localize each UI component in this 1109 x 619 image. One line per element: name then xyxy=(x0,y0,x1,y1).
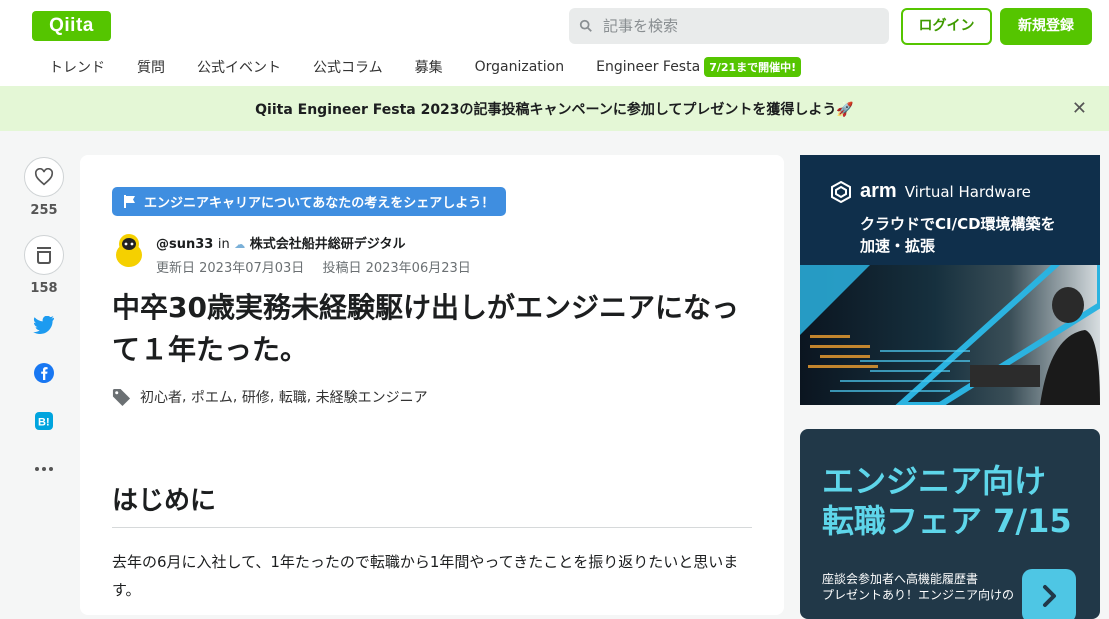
close-icon[interactable]: ✕ xyxy=(1072,98,1087,119)
nav-item-organization[interactable]: Organization xyxy=(475,59,565,75)
author-block: @sun33 in ☁ 株式会社船井総研デジタル 更新日 2023年07月03日… xyxy=(112,231,485,281)
nav-item-questions[interactable]: 質問 xyxy=(137,57,165,77)
ad-job-fair-desc-line: プレゼントあり！エンジニア向けの xyxy=(822,588,1015,602)
tag-list: 初心者, ポエム, 研修, 転職, 未経験エンジニア xyxy=(112,387,428,407)
twitter-share[interactable] xyxy=(24,313,64,337)
posted-date: 投稿日 2023年06月23日 xyxy=(322,261,471,276)
stock-icon xyxy=(37,247,51,264)
facebook-icon xyxy=(34,363,54,383)
stock-button[interactable] xyxy=(24,235,64,275)
ad-brand-name: arm xyxy=(860,180,897,202)
more-icon xyxy=(35,467,53,471)
org-logo-icon: ☁ xyxy=(234,238,246,251)
article-title: 中卒30歳実務未経験駆け出しがエンジニアになって１年たった。 xyxy=(112,291,739,366)
ad-brand-sub: Virtual Hardware xyxy=(904,182,1031,201)
ad-headline-line: 加速・拡張 xyxy=(860,237,936,255)
flag-icon xyxy=(124,195,135,208)
nav-item-recruit[interactable]: 募集 xyxy=(415,57,443,77)
campaign-label: エンジニアキャリアについてあなたの考えをシェアしよう！ xyxy=(144,196,495,211)
tag-icon xyxy=(112,388,131,406)
ad-headline-line: クラウドでCI/CD環境構築を xyxy=(860,215,1056,233)
login-button[interactable]: ログイン xyxy=(901,8,992,45)
section-heading: はじめに xyxy=(112,480,752,528)
ad-arm-virtual-hardware[interactable]: arm Virtual Hardware クラウドでCI/CD環境構築を 加速・… xyxy=(800,155,1100,405)
nav-item-trend[interactable]: トレンド xyxy=(49,57,105,77)
nav-item-official-columns[interactable]: 公式コラム xyxy=(313,57,383,77)
organization-name[interactable]: 株式会社船井総研デジタル xyxy=(250,237,406,252)
ad-brand: arm Virtual Hardware xyxy=(830,180,1031,203)
ad-headline: クラウドでCI/CD環境構築を 加速・拡張 xyxy=(860,213,1056,257)
article-card: エンジニアキャリアについてあなたの考えをシェアしよう！ @sun33 in ☁ … xyxy=(80,155,784,615)
tag-item[interactable]: ポエム xyxy=(191,387,233,407)
search-input[interactable] xyxy=(601,16,875,36)
search-icon xyxy=(579,19,592,32)
ad-photo-illustration xyxy=(800,220,1100,405)
hatena-share[interactable]: B! xyxy=(24,409,64,433)
twitter-icon xyxy=(33,316,54,334)
ad-photo xyxy=(800,220,1100,405)
tag-item[interactable]: 転職 xyxy=(279,387,307,407)
nav-item-engineer-festa[interactable]: Engineer Festa xyxy=(596,59,700,75)
ad-job-fair-line: 転職フェア 7/15 xyxy=(822,502,1072,540)
tag-item[interactable]: 初心者 xyxy=(140,387,182,407)
ad-job-fair-description: 座談会参加者へ高機能履歴書 プレゼントあり！エンジニア向けの xyxy=(822,571,1014,603)
updated-date: 更新日 2023年07月03日 xyxy=(156,261,305,276)
tag-item[interactable]: 未経験エンジニア xyxy=(316,387,428,407)
article-paragraph: 去年の6月に入社して、1年たったので転職から1年間やってきたことを振り返りたいと… xyxy=(112,553,739,599)
chevron-right-icon xyxy=(1043,585,1056,607)
campaign-banner[interactable]: Qiita Engineer Festa 2023の記事投稿キャンペーンに参加し… xyxy=(0,86,1109,131)
hatena-bookmark-icon: B! xyxy=(35,412,53,430)
stock-count: 158 xyxy=(30,281,58,296)
in-label: in xyxy=(217,237,230,252)
arm-logo-icon xyxy=(831,180,851,203)
like-count: 255 xyxy=(30,203,58,218)
nav-item-official-events[interactable]: 公式イベント xyxy=(197,57,281,77)
ad-job-fair-desc-line: 座談会参加者へ高機能履歴書 xyxy=(822,572,979,586)
ad-job-fair[interactable]: エンジニア向け 転職フェア 7/15 座談会参加者へ高機能履歴書 プレゼントあり… xyxy=(800,429,1100,619)
more-options[interactable] xyxy=(24,457,64,481)
tag-item[interactable]: 研修 xyxy=(242,387,270,407)
article-actions: 255 158 B! xyxy=(24,157,64,505)
festa-badge: 7/21まで開催中! xyxy=(704,57,802,77)
ad-job-fair-line: エンジニア向け xyxy=(822,462,1047,500)
qiita-logo[interactable]: Qiita xyxy=(32,11,111,41)
header: Qiita ログイン 新規登録 トレンド 質問 公式イベント 公式コラム 募集 … xyxy=(0,0,1109,86)
campaign-tag[interactable]: エンジニアキャリアについてあなたの考えをシェアしよう！ xyxy=(112,187,507,216)
heart-icon xyxy=(34,168,54,186)
svg-text:B!: B! xyxy=(38,417,50,429)
ad-job-fair-headline: エンジニア向け 転職フェア 7/15 xyxy=(822,461,1072,541)
signup-button[interactable]: 新規登録 xyxy=(1000,8,1092,45)
author-name[interactable]: @sun33 xyxy=(156,237,213,252)
search-box[interactable] xyxy=(569,8,889,44)
facebook-share[interactable] xyxy=(24,361,64,385)
like-button[interactable] xyxy=(24,157,64,197)
ad-arrow-button[interactable] xyxy=(1022,569,1076,619)
avatar[interactable] xyxy=(112,231,146,267)
banner-text: Qiita Engineer Festa 2023の記事投稿キャンペーンに参加し… xyxy=(255,101,854,118)
main-nav: トレンド 質問 公式イベント 公式コラム 募集 Organization Eng… xyxy=(49,56,802,78)
